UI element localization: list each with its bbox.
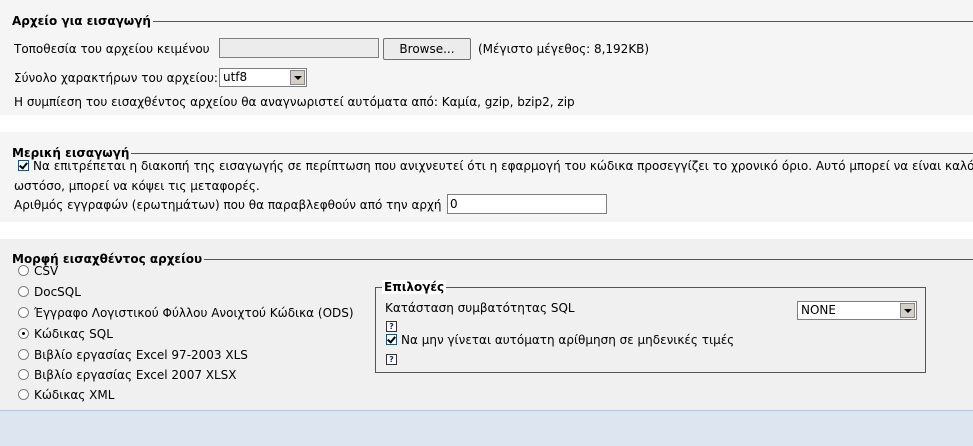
skip-label: Αριθμός εγγραφών (ερωτημάτων) που θα παρ…	[14, 198, 442, 212]
format-radio[interactable]	[18, 328, 29, 339]
format-radio[interactable]	[18, 389, 29, 400]
auto-increment-checkbox[interactable]	[386, 334, 397, 345]
compression-text: Η συμπίεση του εισαχθέντος αρχείου θα αν…	[14, 95, 575, 109]
file-path-input[interactable]	[219, 38, 379, 58]
auto-increment-label: Να μην γίνεται αυτόματη αρίθμηση σε μηδε…	[401, 333, 735, 347]
interrupt-continued-text: ωστόσο, μπορεί να κόψει τις μεταφορές.	[14, 179, 260, 193]
sql-compat-label: Κατάσταση συμβατότητας SQL	[385, 301, 575, 315]
footer-bar	[0, 410, 973, 446]
chevron-down-icon	[900, 303, 915, 318]
format-option-sql[interactable]: Κώδικας SQL	[18, 326, 113, 342]
format-radio[interactable]	[18, 265, 29, 276]
file-section: Αρχείο για εισαγωγή	[10, 14, 973, 28]
chevron-down-icon	[290, 70, 305, 85]
charset-select[interactable]: utf8	[219, 68, 307, 87]
options-panel: Επιλογές Κατάσταση συμβατότητας SQL NONE…	[375, 280, 926, 373]
format-label: Κώδικας XML	[34, 388, 115, 402]
help-icon[interactable]: ?	[386, 321, 397, 332]
file-location-label: Τοποθεσία του αρχείου κειμένου	[14, 42, 210, 56]
format-radio[interactable]	[18, 369, 29, 380]
format-label: Έγγραφο Λογιστικού Φύλλου Ανοιχτού Κώδικ…	[34, 306, 354, 320]
format-option-docsql[interactable]: DocSQL	[18, 284, 81, 300]
format-label: CSV	[34, 264, 59, 278]
skip-queries-input[interactable]: 0	[447, 194, 607, 214]
charset-value: utf8	[223, 70, 248, 84]
format-option-xlsx[interactable]: Βιβλίο εργασίας Excel 2007 XLSX	[18, 367, 237, 383]
format-label: Βιβλίο εργασίας Excel 97-2003 XLS	[34, 348, 248, 362]
file-section-legend: Αρχείο για εισαγωγή	[12, 14, 151, 28]
max-size-text: (Μέγιστο μέγεθος: 8,192KB)	[478, 42, 650, 56]
format-option-csv[interactable]: CSV	[18, 263, 58, 279]
interrupt-label: Να επιτρέπεται η διακοπή της εισαγωγής σ…	[33, 159, 973, 173]
format-radio[interactable]	[18, 349, 29, 360]
sql-compat-value: NONE	[801, 303, 836, 317]
format-radio[interactable]	[18, 307, 29, 318]
format-radio[interactable]	[18, 286, 29, 297]
format-label: Βιβλίο εργασίας Excel 2007 XLSX	[34, 368, 237, 382]
format-label: DocSQL	[34, 285, 81, 299]
charset-label: Σύνολο χαρακτήρων του αρχείου:	[14, 71, 218, 85]
format-option-ods[interactable]: Έγγραφο Λογιστικού Φύλλου Ανοιχτού Κώδικ…	[18, 305, 354, 321]
format-option-xls[interactable]: Βιβλίο εργασίας Excel 97-2003 XLS	[18, 347, 248, 363]
help-icon[interactable]: ?	[386, 354, 397, 365]
sql-compat-select[interactable]: NONE	[797, 301, 917, 320]
interrupt-row[interactable]: Να επιτρέπεται η διακοπή της εισαγωγής σ…	[18, 158, 973, 174]
options-legend: Επιλογές	[382, 280, 447, 294]
browse-button[interactable]: Browse...	[383, 38, 471, 60]
auto-increment-row[interactable]: Να μην γίνεται αυτόματη αρίθμηση σε μηδε…	[386, 332, 734, 348]
format-option-xml[interactable]: Κώδικας XML	[18, 387, 114, 403]
interrupt-checkbox[interactable]	[18, 160, 29, 171]
format-section: Μορφή εισαχθέντος αρχείου	[10, 252, 973, 266]
format-label: Κώδικας SQL	[34, 327, 113, 341]
